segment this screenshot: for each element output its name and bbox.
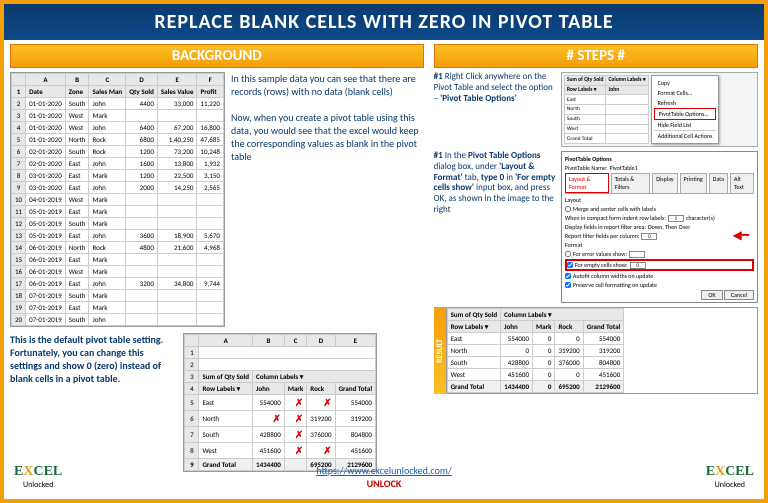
page-frame: REPLACE BLANK CELLS WITH ZERO IN PIVOT T… bbox=[0, 0, 768, 503]
bg-text-2: Now, when you create a pivot table using… bbox=[231, 111, 419, 163]
background-header: BACKGROUND bbox=[10, 44, 424, 68]
empty-cells-row: For empty cells show:0 bbox=[565, 259, 754, 271]
tab-totals[interactable]: Totals & Filters bbox=[611, 173, 651, 193]
pivot-default: ABCDE123Sum of Qty SoldColumn Labels ▾4R… bbox=[184, 334, 376, 471]
format-header: Format bbox=[565, 241, 754, 249]
note-text: This is the default pivot table setting.… bbox=[10, 333, 175, 385]
background-section: BACKGROUND ABCDEF1DateZoneSales ManQty S… bbox=[4, 40, 430, 455]
logo-right: EXCEL Unlocked bbox=[706, 464, 754, 490]
dialog-title: PivotTable Options bbox=[565, 155, 754, 163]
link[interactable]: https://www.excelunlocked.com/ bbox=[316, 464, 451, 477]
ctx-hide[interactable]: Hide Field List bbox=[654, 120, 717, 130]
source-table: ABCDEF1DateZoneSales ManQty SoldSales Va… bbox=[11, 73, 224, 326]
step-1: #1 Right Click anywhere on the Pivot Tab… bbox=[434, 72, 758, 147]
autofit-checkbox[interactable] bbox=[565, 273, 571, 279]
result-label: RESULT bbox=[434, 307, 446, 394]
step-1-num: #1 bbox=[434, 71, 443, 82]
ctx-additional[interactable]: Additional Cell Actions bbox=[654, 130, 717, 141]
ok-button[interactable]: OK bbox=[701, 290, 722, 300]
step-2: #1 In the Pivot Table Options dialog box… bbox=[434, 151, 758, 303]
err-input[interactable] bbox=[629, 251, 645, 258]
step-1-mini-pivot: Sum of Qty SoldColumn Labels ▾Row Labels… bbox=[564, 75, 649, 144]
background-text: In this sample data you can see that the… bbox=[231, 72, 424, 327]
ctx-format[interactable]: Format Cells... bbox=[654, 88, 717, 98]
red-arrow-icon: ◀━ bbox=[733, 228, 749, 243]
preserve-checkbox[interactable] bbox=[565, 282, 571, 288]
ctx-copy[interactable]: Copy bbox=[654, 78, 717, 88]
pivot-result: Sum of Qty SoldColumn Labels ▾Row Labels… bbox=[447, 308, 625, 393]
indent-input[interactable]: 1 bbox=[668, 215, 684, 222]
bg-text-1: In this sample data you can see that the… bbox=[231, 72, 416, 98]
source-table-wrap: ABCDEF1DateZoneSales ManQty SoldSales Va… bbox=[10, 72, 225, 327]
tab-alt[interactable]: Alt Text bbox=[730, 173, 754, 193]
step-1-text: #1 Right Click anywhere on the Pivot Tab… bbox=[434, 72, 557, 147]
cancel-button[interactable]: Cancel bbox=[724, 290, 754, 300]
step-2-num: #1 bbox=[434, 150, 443, 161]
tab-display[interactable]: Display bbox=[652, 173, 677, 193]
layout-header: Layout bbox=[565, 196, 754, 204]
tab-layout-format[interactable]: Layout & Format bbox=[565, 173, 609, 193]
steps-section: # STEPS # #1 Right Click anywhere on the… bbox=[430, 40, 764, 455]
report-input[interactable]: 0 bbox=[641, 233, 657, 240]
step-2-text: #1 In the Pivot Table Options dialog box… bbox=[434, 151, 557, 303]
steps-header: # STEPS # bbox=[434, 44, 758, 68]
pivot-default-wrap: ABCDE123Sum of Qty SoldColumn Labels ▾4R… bbox=[183, 333, 377, 472]
footer-link: https://www.excelunlocked.com/ UNLOCK bbox=[316, 464, 451, 490]
merge-checkbox[interactable] bbox=[565, 206, 571, 212]
context-menu[interactable]: Copy Format Cells... Refresh PivotTable … bbox=[651, 75, 720, 144]
empty-input[interactable]: 0 bbox=[630, 262, 646, 269]
ctx-refresh[interactable]: Refresh bbox=[654, 98, 717, 108]
page-title: REPLACE BLANK CELLS WITH ZERO IN PIVOT T… bbox=[4, 4, 764, 40]
dialog-tabs: Layout & Format Totals & Filters Display… bbox=[565, 173, 754, 194]
unlock-text: UNLOCK bbox=[367, 477, 402, 490]
result-row: RESULT Sum of Qty SoldColumn Labels ▾Row… bbox=[434, 307, 758, 394]
footer: EXCEL Unlocked https://www.excelunlocked… bbox=[4, 457, 764, 497]
tab-printing[interactable]: Printing bbox=[680, 173, 707, 193]
step-1-image: Sum of Qty SoldColumn Labels ▾Row Labels… bbox=[561, 72, 758, 147]
err-checkbox[interactable] bbox=[565, 251, 571, 257]
empty-checkbox[interactable] bbox=[567, 262, 573, 268]
tab-data[interactable]: Data bbox=[709, 173, 728, 193]
content: BACKGROUND ABCDEF1DateZoneSales ManQty S… bbox=[4, 40, 764, 455]
logo-left: EXCEL Unlocked bbox=[14, 464, 62, 490]
pivot-options-dialog: PivotTable Options PivotTable Name: Pivo… bbox=[561, 151, 758, 303]
ctx-pivot-options[interactable]: PivotTable Options... bbox=[654, 108, 717, 120]
